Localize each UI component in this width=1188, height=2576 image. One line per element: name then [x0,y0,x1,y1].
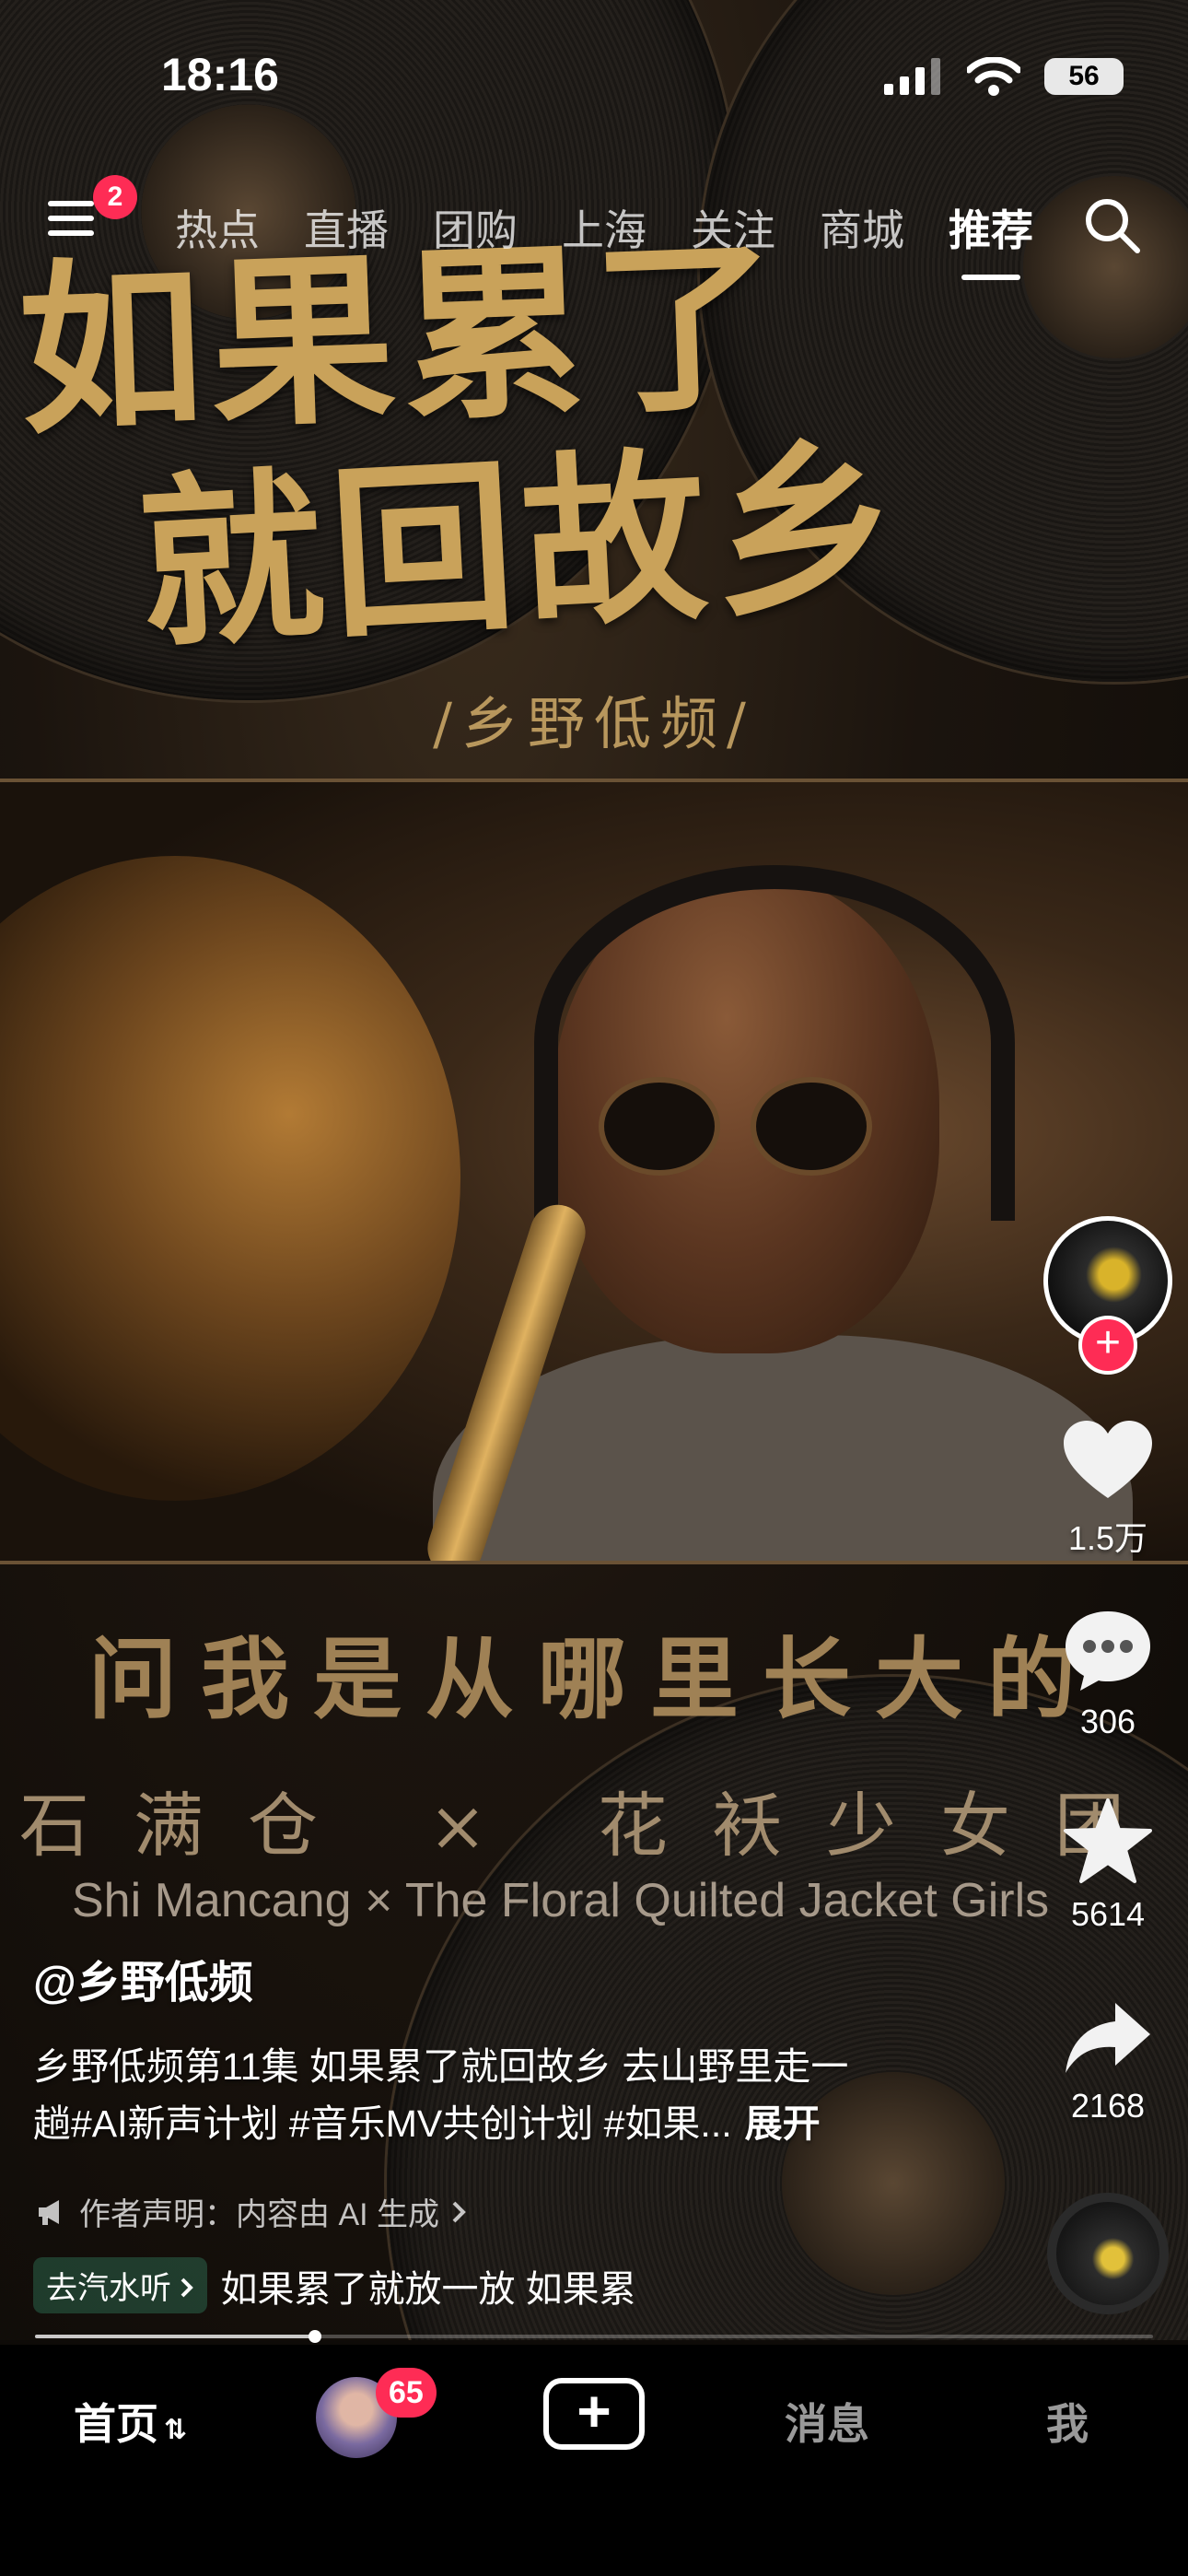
comment-action[interactable]: 306 [1053,1608,1163,1741]
sunglasses-right [751,1077,872,1176]
megaphone-icon [39,2199,59,2225]
share-count: 2168 [1070,2087,1146,2125]
like-action[interactable]: 1.5万 [1053,1419,1163,1560]
video-artists-cn: 石满仓 × 花袄少女团 [19,1785,1169,1867]
follow-button[interactable]: + [1078,1316,1137,1375]
comment-icon [1066,1611,1150,1691]
song-title-marquee[interactable]: 如果累了就放一放 如果累 [220,2259,681,2313]
create-button[interactable]: + [543,2378,645,2450]
saxophone-bell [0,856,460,1501]
status-time: 18:16 [161,49,279,100]
tab-hot[interactable]: 热点 [175,197,260,258]
sunglasses-left [599,1077,720,1176]
description-line2: 趟#AI新声计划 #音乐MV共创计划 #如果... [33,2102,732,2145]
ai-disclaimer[interactable]: 作者声明：内容由 AI 生成 [37,2189,467,2234]
progress-fill [35,2335,315,2338]
tab-live[interactable]: 直播 [304,197,389,258]
headphones [534,865,1015,1221]
tab-following[interactable]: 关注 [691,197,775,258]
nav-home[interactable]: 首页 ⇅ [74,2391,187,2452]
signal-icon [884,58,940,95]
nav-messages[interactable]: 消息 [785,2391,869,2452]
musician-photo [0,779,1188,1564]
share-icon [1066,2003,1150,2073]
top-tabs: 热点 直播 团购 上海 关注 商城 推荐 [175,197,1033,280]
favorite-action[interactable]: 5614 [1053,1797,1163,1934]
video-description[interactable]: 乡野低频第11集 如果累了就回故乡 去山野里走一 趟#AI新声计划 #音乐MV共… [33,2038,917,2152]
video-headline-line2: 就回故乡 [134,417,911,674]
chevron-right-icon [452,2201,466,2222]
description-line1: 乡野低频第11集 如果累了就回故乡 去山野里走一 [33,2045,849,2088]
like-count: 1.5万 [1067,1519,1148,1557]
battery-indicator: 56 [1044,58,1124,95]
expand-button[interactable]: 展开 [745,2102,821,2145]
heart-icon [1064,1421,1152,1498]
bottom-nav: 首页 ⇅ 65 + 消息 我 [0,2345,1188,2576]
menu-badge: 2 [93,175,137,219]
soda-tag-label: 去汽水听 [46,2271,171,2306]
progress-knob[interactable] [308,2330,321,2343]
chevron-right-icon [181,2277,194,2298]
tab-local[interactable]: 上海 [562,197,646,258]
video-progress-bar[interactable] [35,2330,1153,2343]
tab-recommended[interactable]: 推荐 [949,197,1033,280]
swap-icon: ⇅ [164,2415,188,2445]
search-icon[interactable] [1082,195,1141,254]
video-brand-subtitle: /乡野低频/ [433,690,755,757]
menu-icon[interactable] [48,201,94,238]
video-artists-en: Shi Mancang × The Floral Quilted Jacket … [72,1874,1050,1927]
tab-group-buy[interactable]: 团购 [433,197,518,258]
comment-count: 306 [1079,1703,1136,1740]
wifi-icon [967,57,1020,96]
favorite-count: 5614 [1070,1895,1146,1933]
share-action[interactable]: 2168 [1053,1999,1163,2125]
friends-badge: 65 [376,2368,437,2418]
music-row: 去汽水听 如果累了就放一放 如果累 [33,2257,681,2313]
music-disc-icon[interactable] [1047,2193,1169,2314]
video-lyric: 问我是从哪里长大的 [88,1627,1100,1731]
nav-me[interactable]: 我 [1046,2391,1089,2452]
disclaimer-text: 作者声明：内容由 AI 生成 [79,2197,440,2232]
status-icons: 56 [884,57,1124,96]
tab-mall[interactable]: 商城 [820,197,904,258]
author-handle[interactable]: @乡野低频 [33,1946,253,2010]
soda-music-button[interactable]: 去汽水听 [33,2257,208,2313]
nav-home-label: 首页 [74,2400,158,2448]
star-icon [1064,1798,1152,1883]
